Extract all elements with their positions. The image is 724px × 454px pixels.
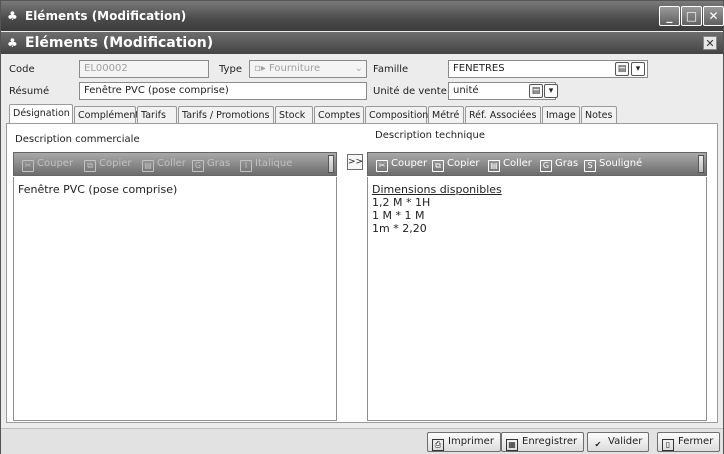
scissors-icon: ✂ xyxy=(376,160,388,172)
technical-description-label: Description technique xyxy=(375,130,485,141)
right-paste-button[interactable]: ▤ Coller xyxy=(488,158,532,172)
paste-icon: ▤ xyxy=(142,160,154,172)
technical-description-line: Dimensions disponibles xyxy=(372,183,502,196)
right-cut-button[interactable]: ✂ Couper xyxy=(376,158,427,172)
close-form-button[interactable]: ▯ Fermer xyxy=(657,432,721,452)
famille-dropdown-icon[interactable]: ▾ xyxy=(631,62,645,76)
left-editor-toolbar: ✂ Couper ⧉ Copier ▤ Coller G Gras I Italique xyxy=(13,152,337,176)
form-title: Eléments (Modification) xyxy=(25,35,214,51)
commercial-description-label: Description commerciale xyxy=(15,134,140,145)
print-button[interactable]: ⎙ Imprimer xyxy=(427,432,501,452)
check-icon: ✔ xyxy=(594,440,602,449)
technical-description-line: 1,2 M * 1H xyxy=(372,196,431,209)
tab-metre[interactable]: Métré xyxy=(428,106,464,124)
save-button[interactable]: ▦ Enregistrer xyxy=(501,432,585,452)
tab-page: Description commerciale ✂ Couper ⧉ Copier … xyxy=(6,123,718,423)
code-label: Code xyxy=(9,64,35,75)
type-select: ▫▸ Fourniture ⌄ xyxy=(249,60,367,78)
resume-field[interactable]: Fenêtre PVC (pose comprise) xyxy=(79,82,367,100)
underline-icon: S xyxy=(584,160,596,172)
left-bold-button[interactable]: G Gras xyxy=(192,158,230,172)
commercial-description-editor[interactable]: Fenêtre PVC (pose comprise) xyxy=(13,177,337,421)
left-copy-button[interactable]: ⧉ Copier xyxy=(84,158,132,172)
code-field: EL00002 xyxy=(79,60,209,78)
tab-composition[interactable]: Composition xyxy=(365,106,428,124)
technical-description-line: 1m * 2,20 xyxy=(372,222,427,235)
footer-bar: ⎙ Imprimer ▦ Enregistrer ✔ Valider ▯ Fermer xyxy=(1,428,723,454)
right-underline-button[interactable]: S Souligné xyxy=(584,158,642,172)
italic-icon: I xyxy=(240,160,252,172)
tab-ref-associees[interactable]: Réf. Associées xyxy=(465,106,541,124)
unite-label: Unité de vente xyxy=(373,86,447,97)
tab-image[interactable]: Image xyxy=(542,106,580,124)
resume-label: Résumé xyxy=(9,86,50,97)
close-button[interactable]: ✕ xyxy=(703,6,724,26)
form-close-icon[interactable]: ✕ xyxy=(703,36,717,50)
scissors-icon: ✂ xyxy=(22,160,34,172)
tab-comptes[interactable]: Comptes xyxy=(314,106,364,124)
tab-tarifs[interactable]: Tarifs xyxy=(137,106,177,124)
app-icon: ♣ xyxy=(7,9,18,23)
application-window: ♣ Eléments (Modification) _ □ ✕ ♣ Elémen… xyxy=(0,0,724,454)
minimize-button[interactable]: _ xyxy=(659,6,680,26)
unite-dropdown-icon[interactable]: ▾ xyxy=(544,84,558,98)
right-copy-button[interactable]: ⧉ Copier xyxy=(432,158,480,172)
toolbar-grip[interactable] xyxy=(328,155,334,173)
validate-button[interactable]: ✔ Valider xyxy=(587,432,650,452)
copy-to-technical-button[interactable]: >> xyxy=(347,154,363,170)
famille-lookup-icon[interactable]: ▤ xyxy=(615,62,629,76)
left-cut-button[interactable]: ✂ Couper xyxy=(22,158,73,172)
type-label: Type xyxy=(219,64,242,75)
tab-tarifs-promotions[interactable]: Tarifs / Promotions xyxy=(178,106,274,124)
chevron-down-icon: ⌄ xyxy=(354,63,363,74)
unite-value: unité xyxy=(453,85,479,96)
famille-label: Famille xyxy=(373,64,409,75)
copy-icon: ⧉ xyxy=(432,160,444,172)
copy-icon: ⧉ xyxy=(84,160,96,172)
right-editor-toolbar: ✂ Couper ⧉ Copier ▤ Coller G Gras S Souligné xyxy=(367,152,707,176)
toolbar-grip[interactable] xyxy=(698,155,704,173)
bold-icon: G xyxy=(540,160,552,172)
technical-description-line: 1 M * 1 M xyxy=(372,209,425,222)
paste-icon: ▤ xyxy=(488,160,500,172)
tab-designation[interactable]: Désignation xyxy=(9,104,73,125)
type-value: Fourniture xyxy=(268,63,321,74)
right-bold-button[interactable]: G Gras xyxy=(540,158,578,172)
door-icon: ▯ xyxy=(662,439,674,451)
tab-notes[interactable]: Notes xyxy=(581,106,617,124)
title-bar[interactable]: ♣ Eléments (Modification) _ □ ✕ xyxy=(1,1,724,31)
printer-icon: ⎙ xyxy=(432,439,444,451)
left-italic-button[interactable]: I Italique xyxy=(240,158,292,172)
tab-stock[interactable]: Stock xyxy=(275,106,313,124)
tab-complement[interactable]: Complément xyxy=(74,106,139,124)
save-icon: ▦ xyxy=(506,439,518,451)
window-title: Eléments (Modification) xyxy=(25,9,187,23)
form-header-bar: ♣ Eléments (Modification) ✕ xyxy=(1,32,723,54)
famille-value: FENETRES xyxy=(453,63,505,74)
commercial-description-line: Fenêtre PVC (pose comprise) xyxy=(18,183,178,196)
technical-description-editor[interactable]: Dimensions disponibles 1,2 M * 1H 1 M * … xyxy=(367,177,707,421)
form-icon: ♣ xyxy=(7,36,18,50)
maximize-button[interactable]: □ xyxy=(681,6,702,26)
bold-icon: G xyxy=(192,160,204,172)
type-icon: ▫▸ xyxy=(254,63,269,74)
left-paste-button[interactable]: ▤ Coller xyxy=(142,158,186,172)
unite-lookup-icon[interactable]: ▤ xyxy=(529,84,543,98)
